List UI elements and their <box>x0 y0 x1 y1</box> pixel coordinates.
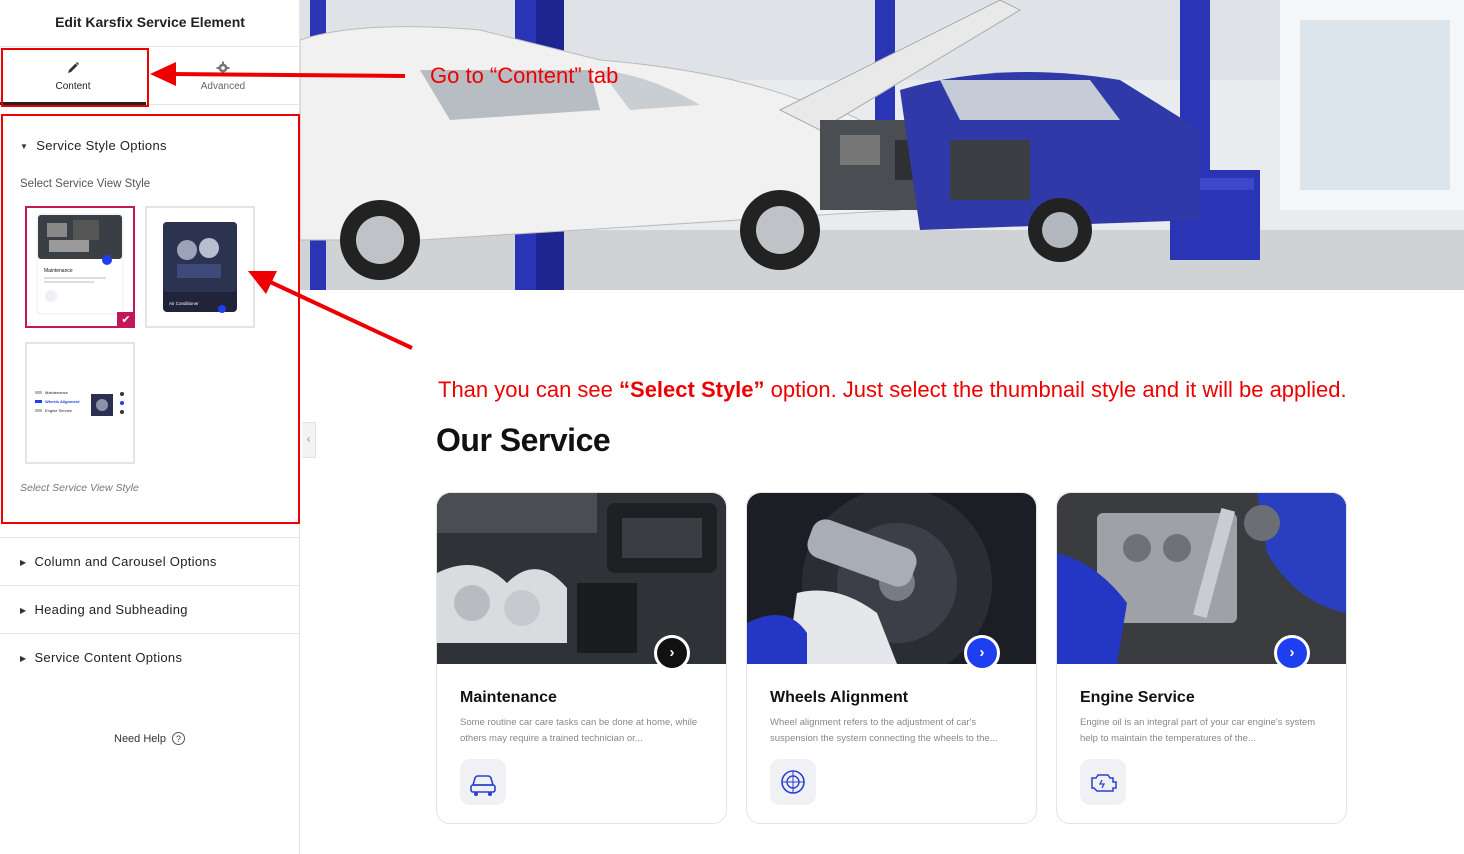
card-arrow-button[interactable]: › <box>964 635 1000 671</box>
annotation-content-tab: Go to “Content” tab <box>430 63 619 88</box>
annotation-text: option. Just select the thumbnail style … <box>764 377 1347 402</box>
card-arrow-button[interactable]: › <box>654 635 690 671</box>
engine-icon <box>1080 759 1126 805</box>
card-description: Wheel alignment refers to the adjustment… <box>770 717 998 744</box>
service-card[interactable]: › Engine Service Engine oil is an integr… <box>1056 492 1347 824</box>
card-title: Maintenance <box>460 689 557 706</box>
card-title: Wheels Alignment <box>770 689 909 706</box>
car-icon <box>460 759 506 805</box>
card-arrow-button[interactable]: › <box>1274 635 1310 671</box>
service-card[interactable]: › Maintenance Some routine car care task… <box>436 492 727 824</box>
card-title: Engine Service <box>1080 689 1195 706</box>
card-description: Engine oil is an integral part of your c… <box>1080 717 1316 744</box>
card-description: Some routine car care tasks can be done … <box>460 717 698 744</box>
annotation-select-style: Than you can see “Select Style” option. … <box>438 377 1347 403</box>
section-title: Our Service <box>436 422 611 458</box>
annotation-text: Than you can see <box>438 377 620 402</box>
annotation-bold-text: “Select Style” <box>619 377 765 402</box>
service-card[interactable]: › Wheels Alignment Wheel alignment refer… <box>746 492 1037 824</box>
wheel-icon <box>770 759 816 805</box>
page: Edit Karsfix Service Element Content Adv… <box>0 0 1464 854</box>
